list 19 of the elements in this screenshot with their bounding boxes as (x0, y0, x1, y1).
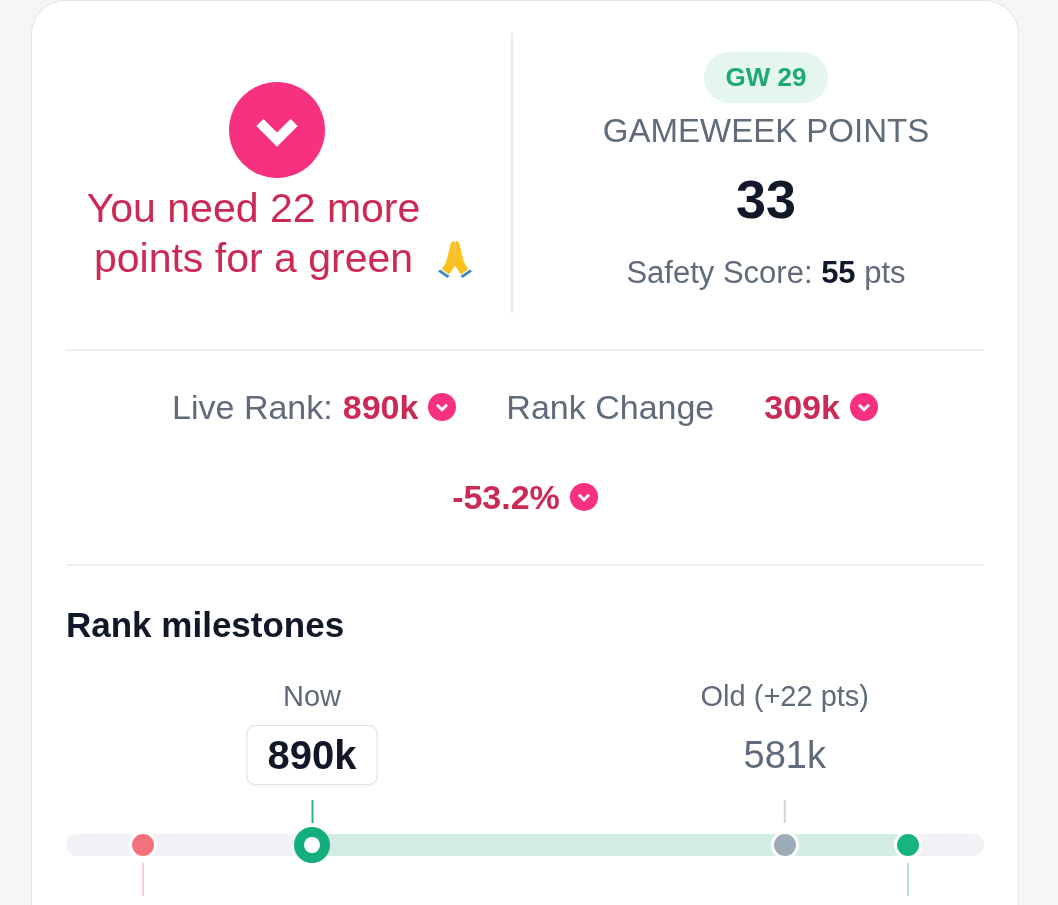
tick-line (142, 863, 145, 896)
section-title: Rank milestones (66, 604, 346, 646)
points-value: 33 (735, 169, 797, 229)
gameweek-badge: GW 29 (703, 52, 829, 103)
praying-hands-icon (438, 238, 472, 278)
stat-value: -53.2% (452, 477, 560, 517)
tick-line (906, 863, 909, 896)
milestone-label: Old (+22 pts) (700, 679, 869, 714)
safety-score: Safety Score: 55 pts (626, 254, 906, 292)
stat-value: 309k (764, 387, 840, 427)
tick-line (783, 800, 786, 823)
stat-value: 890k (342, 387, 419, 427)
stat-label: Rank Change (506, 387, 715, 427)
tick-line (311, 800, 313, 823)
stat-label: Live Rank: (172, 387, 333, 427)
milestone-value: 581k (743, 733, 826, 778)
alert-message: You need 22 more points for a green (85, 184, 422, 283)
points-label: GAMEWEEK POINTS (602, 111, 930, 151)
milestone-label: Now (283, 679, 341, 714)
